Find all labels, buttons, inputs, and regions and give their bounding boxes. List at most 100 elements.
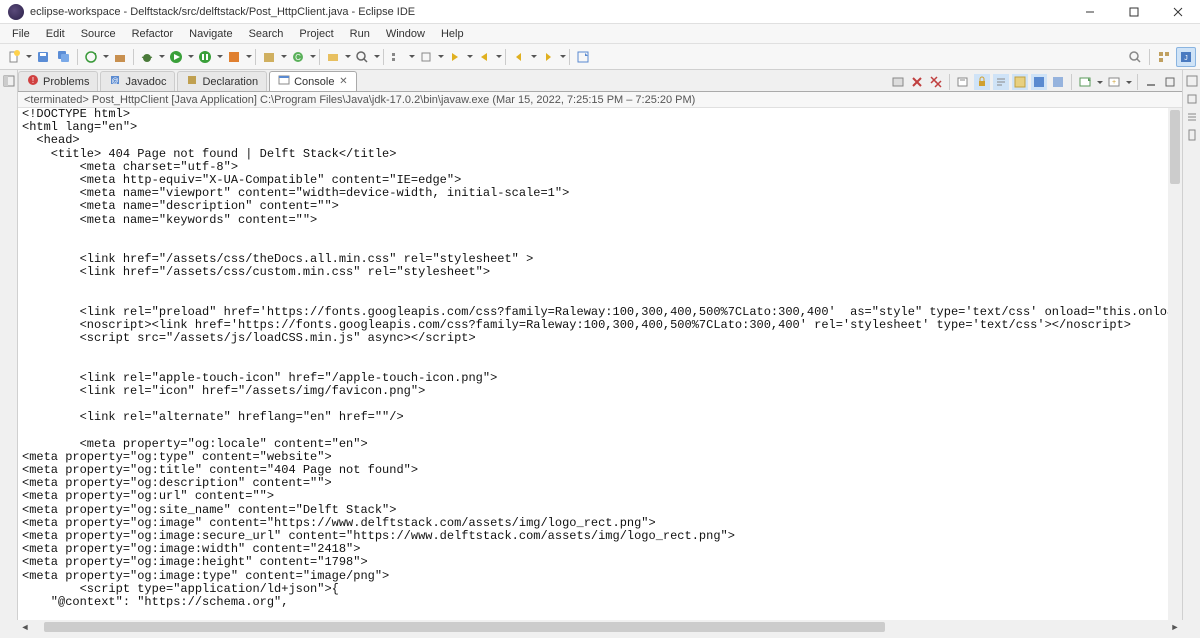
bookmarks-shortcut-icon[interactable]: [1185, 128, 1199, 142]
horizontal-scroll-track[interactable]: [32, 620, 1168, 634]
toggle-breadcrumb-dropdown[interactable]: [408, 47, 415, 67]
horizontal-scrollbar[interactable]: ◄ ►: [18, 620, 1182, 634]
console-toolbar: +: [890, 72, 1178, 92]
remove-launch-button[interactable]: [909, 74, 925, 90]
svg-text:J: J: [1184, 55, 1188, 62]
svg-text:+: +: [1112, 79, 1116, 86]
debug-button[interactable]: [137, 47, 157, 67]
debug-dropdown[interactable]: [158, 47, 165, 67]
menu-help[interactable]: Help: [433, 26, 472, 42]
svg-text:C: C: [295, 53, 301, 62]
menu-project[interactable]: Project: [291, 26, 341, 42]
scroll-right-button[interactable]: ►: [1168, 620, 1182, 634]
horizontal-scrollbar-thumb[interactable]: [44, 622, 885, 632]
new-dropdown[interactable]: [25, 47, 32, 67]
vertical-scrollbar[interactable]: [1168, 108, 1182, 620]
close-icon[interactable]: ✕: [338, 77, 348, 87]
coverage-dropdown[interactable]: [216, 47, 223, 67]
restore-view-icon[interactable]: [2, 74, 16, 88]
open-console-button[interactable]: +: [1106, 74, 1122, 90]
left-trim: [0, 70, 18, 620]
menubar: File Edit Source Refactor Navigate Searc…: [0, 24, 1200, 44]
save-button[interactable]: [33, 47, 53, 67]
quick-access-button[interactable]: [1125, 47, 1145, 67]
prev-annotation-dropdown[interactable]: [495, 47, 502, 67]
annotation-dropdown[interactable]: [437, 47, 444, 67]
new-class-button[interactable]: C: [288, 47, 308, 67]
tab-problems-label: Problems: [43, 76, 89, 88]
tab-declaration-label: Declaration: [202, 76, 258, 88]
tab-problems[interactable]: ! Problems: [18, 71, 98, 91]
pin-console-button[interactable]: [1012, 74, 1028, 90]
open-type-button[interactable]: [323, 47, 343, 67]
search-button[interactable]: [352, 47, 372, 67]
next-annotation-button[interactable]: [445, 47, 465, 67]
back-dropdown[interactable]: [530, 47, 537, 67]
scroll-lock-button[interactable]: [974, 74, 990, 90]
status-corner: [1184, 622, 1198, 636]
run-last-dropdown[interactable]: [245, 47, 252, 67]
show-console-stdout-button[interactable]: [1031, 74, 1047, 90]
menu-edit[interactable]: Edit: [38, 26, 73, 42]
display-console-button[interactable]: [1077, 74, 1093, 90]
display-console-dropdown[interactable]: [1096, 72, 1103, 92]
new-class-dropdown[interactable]: [309, 47, 316, 67]
save-all-button[interactable]: [54, 47, 74, 67]
coverage-button[interactable]: [195, 47, 215, 67]
scroll-left-button[interactable]: ◄: [18, 620, 32, 634]
tasks-shortcut-icon[interactable]: [1185, 110, 1199, 124]
tab-javadoc-label: Javadoc: [125, 76, 166, 88]
open-console-dropdown[interactable]: [1125, 72, 1132, 92]
minimize-view-button[interactable]: [1143, 74, 1159, 90]
prev-annotation-button[interactable]: [474, 47, 494, 67]
forward-button[interactable]: [538, 47, 558, 67]
run-button[interactable]: [166, 47, 186, 67]
console-icon: [278, 74, 290, 89]
remove-all-button[interactable]: [928, 74, 944, 90]
run-dropdown[interactable]: [187, 47, 194, 67]
menu-refactor[interactable]: Refactor: [124, 26, 182, 42]
annotation-button[interactable]: [416, 47, 436, 67]
restore-right-icon[interactable]: [1185, 74, 1199, 88]
refresh-button[interactable]: [81, 47, 101, 67]
new-button[interactable]: [4, 47, 24, 67]
search-dropdown[interactable]: [373, 47, 380, 67]
console-text[interactable]: <!DOCTYPE html> <html lang="en"> <head> …: [18, 108, 1182, 609]
console-output[interactable]: <!DOCTYPE html> <html lang="en"> <head> …: [18, 108, 1182, 620]
minimize-button[interactable]: [1068, 0, 1112, 24]
open-perspective-button[interactable]: [1154, 47, 1174, 67]
outline-shortcut-icon[interactable]: [1185, 92, 1199, 106]
declaration-icon: [186, 74, 198, 89]
back-button[interactable]: [509, 47, 529, 67]
open-type-dropdown[interactable]: [344, 47, 351, 67]
run-last-button[interactable]: [224, 47, 244, 67]
word-wrap-button[interactable]: [993, 74, 1009, 90]
close-button[interactable]: [1156, 0, 1200, 24]
vertical-scrollbar-thumb[interactable]: [1170, 110, 1180, 184]
menu-navigate[interactable]: Navigate: [181, 26, 240, 42]
new-package-dropdown[interactable]: [280, 47, 287, 67]
menu-source[interactable]: Source: [73, 26, 124, 42]
pin-editor-button[interactable]: [573, 47, 593, 67]
menu-window[interactable]: Window: [378, 26, 433, 42]
new-package-button[interactable]: [259, 47, 279, 67]
forward-dropdown[interactable]: [559, 47, 566, 67]
menu-search[interactable]: Search: [241, 26, 292, 42]
tab-javadoc[interactable]: @ Javadoc: [100, 71, 175, 91]
next-annotation-dropdown[interactable]: [466, 47, 473, 67]
menu-run[interactable]: Run: [342, 26, 378, 42]
console-clear-button[interactable]: [890, 74, 906, 90]
maximize-view-button[interactable]: [1162, 74, 1178, 90]
tab-console[interactable]: Console ✕: [269, 71, 357, 91]
maximize-button[interactable]: [1112, 0, 1156, 24]
tab-declaration[interactable]: Declaration: [177, 71, 267, 91]
refresh-dropdown[interactable]: [102, 47, 109, 67]
clear-console-button[interactable]: [955, 74, 971, 90]
build-button[interactable]: [110, 47, 130, 67]
view-tabs-bar: ! Problems @ Javadoc Declaration Console…: [18, 70, 1182, 92]
toggle-breadcrumb-button[interactable]: [387, 47, 407, 67]
menu-file[interactable]: File: [4, 26, 38, 42]
window-titlebar: eclipse-workspace - Delftstack/src/delft…: [0, 0, 1200, 24]
show-console-stderr-button[interactable]: [1050, 74, 1066, 90]
java-perspective-button[interactable]: J: [1176, 47, 1196, 67]
